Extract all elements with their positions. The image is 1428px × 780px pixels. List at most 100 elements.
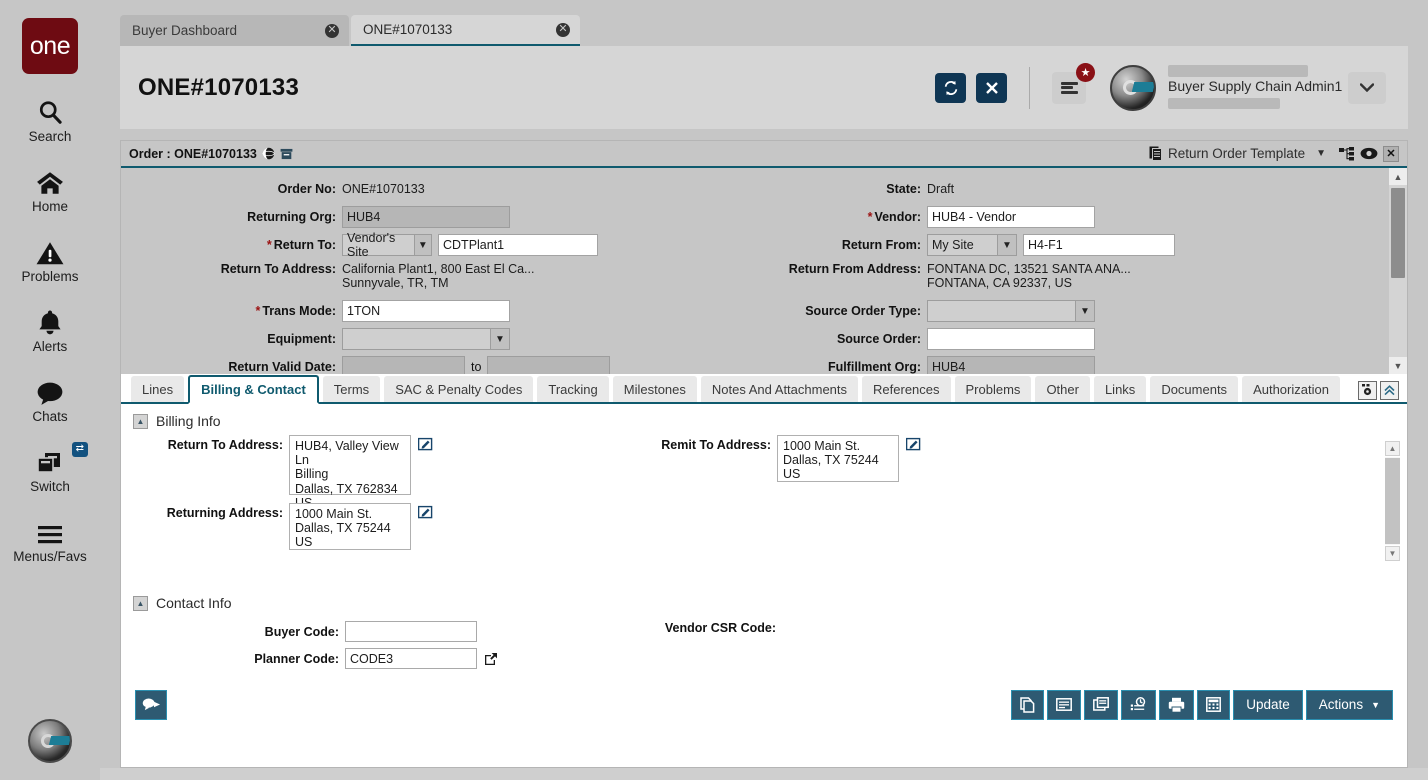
return-from-site-input[interactable]: H4-F1: [1023, 234, 1175, 256]
tab-documents[interactable]: Documents: [1150, 376, 1238, 402]
scroll-down-icon[interactable]: ▼: [1385, 546, 1400, 561]
avatar[interactable]: [1110, 65, 1156, 111]
user-text: Buyer Supply Chain Admin1: [1168, 65, 1326, 111]
sidebar-item-search[interactable]: Search: [0, 96, 100, 144]
collapse-toggle-icon[interactable]: ▲: [133, 414, 148, 429]
sidebar-item-home[interactable]: Home: [0, 166, 100, 214]
billing-info-title: Billing Info: [156, 413, 221, 429]
one-logo[interactable]: one: [22, 18, 78, 74]
print-button[interactable]: [1159, 690, 1194, 720]
copy-button[interactable]: [1011, 690, 1044, 720]
fulfillment-org-input[interactable]: HUB4: [927, 356, 1095, 374]
user-block[interactable]: Buyer Supply Chain Admin1: [1110, 65, 1386, 111]
return-valid-date-to-input[interactable]: [487, 356, 610, 374]
actions-button[interactable]: Actions ▼: [1306, 690, 1393, 720]
billing-vertical-scrollbar[interactable]: ▲ ▼: [1385, 441, 1403, 561]
chat-button[interactable]: [135, 690, 167, 720]
return-from-select[interactable]: My Site ▼: [927, 234, 1017, 256]
tab-terms[interactable]: Terms: [323, 376, 380, 402]
chevron-down-icon[interactable]: ▼: [1075, 301, 1094, 321]
tab-references[interactable]: References: [862, 376, 950, 402]
detach-window-button[interactable]: [1084, 690, 1118, 720]
equipment-select[interactable]: ▼: [342, 328, 510, 350]
star-badge[interactable]: ★: [1076, 63, 1095, 82]
eye-icon[interactable]: [1360, 147, 1378, 160]
return-order-template-dropdown[interactable]: Return Order Template ▼: [1149, 146, 1326, 161]
form-vertical-scrollbar[interactable]: ▲ ▼: [1389, 168, 1407, 374]
buyer-code-input[interactable]: [345, 621, 477, 642]
sidebar-item-alerts[interactable]: Alerts: [0, 306, 100, 354]
source-order-type-select[interactable]: ▼: [927, 300, 1095, 322]
collapse-toggle-icon[interactable]: ▲: [133, 596, 148, 611]
tab-lines[interactable]: Lines: [131, 376, 184, 402]
tab-sac-and-penalty-codes[interactable]: SAC & Penalty Codes: [384, 376, 533, 402]
tab-links[interactable]: Links: [1094, 376, 1146, 402]
return-to-site-input[interactable]: CDTPlant1: [438, 234, 598, 256]
chevron-down-icon[interactable]: ▼: [414, 235, 431, 255]
user-menu-chevron-down-icon[interactable]: [1348, 72, 1386, 104]
close-icon[interactable]: ✕: [325, 24, 339, 38]
scrollbar-thumb[interactable]: [1385, 458, 1400, 544]
tab-other[interactable]: Other: [1035, 376, 1090, 402]
chevron-down-icon[interactable]: ▼: [997, 235, 1016, 255]
scroll-down-icon[interactable]: ▼: [1389, 357, 1407, 374]
sidebar-item-switch[interactable]: ⇄ Switch: [0, 446, 100, 494]
field-label: Order No: [278, 182, 332, 196]
vendor-input[interactable]: HUB4 - Vendor: [927, 206, 1095, 228]
collapse-chevrons-up-icon[interactable]: [1380, 381, 1399, 400]
required-marker: *: [255, 304, 260, 318]
sidebar-item-label: Home: [32, 199, 68, 214]
scrollbar-thumb[interactable]: [1391, 188, 1405, 278]
remit-to-address-textarea[interactable]: 1000 Main St. Dallas, TX 75244 US: [777, 435, 899, 482]
returning-org-input[interactable]: HUB4: [342, 206, 510, 228]
edit-pencil-icon[interactable]: [418, 437, 433, 451]
return-valid-date-from-input[interactable]: [342, 356, 465, 374]
trans-mode-input[interactable]: 1TON: [342, 300, 510, 322]
tab-milestones[interactable]: Milestones: [613, 376, 697, 402]
hamburger-icon: [36, 516, 64, 546]
return-to-address-textarea[interactable]: HUB4, Valley View Ln Billing Dallas, TX …: [289, 435, 411, 495]
returning-address-textarea[interactable]: 1000 Main St. Dallas, TX 75244 US: [289, 503, 411, 550]
open-external-icon[interactable]: [484, 652, 498, 666]
scroll-up-icon[interactable]: ▲: [1389, 168, 1407, 185]
tab-billing-and-contact[interactable]: Billing & Contact: [188, 375, 319, 404]
return-to-select[interactable]: Vendor's Site ▼: [342, 234, 432, 256]
hierarchy-icon[interactable]: [1339, 147, 1355, 161]
tab-notes-and-attachments[interactable]: Notes And Attachments: [701, 376, 858, 402]
sidebar-item-menus-favs[interactable]: Menus/Favs: [0, 516, 100, 564]
browser-tab-order[interactable]: ONE#1070133 ✕: [351, 15, 580, 46]
sidebar-item-problems[interactable]: Problems: [0, 236, 100, 284]
archive-box-icon[interactable]: [280, 148, 293, 160]
contact-info-title: Contact Info: [156, 595, 232, 611]
edit-pencil-icon[interactable]: [906, 437, 921, 451]
tab-problems[interactable]: Problems: [955, 376, 1032, 402]
field-label: State: [886, 182, 917, 196]
globe-icon[interactable]: [262, 147, 275, 160]
browser-tab-buyer-dashboard[interactable]: Buyer Dashboard ✕: [120, 15, 349, 46]
edit-pencil-icon[interactable]: [418, 505, 433, 519]
sidebar-item-chats[interactable]: Chats: [0, 376, 100, 424]
history-button[interactable]: [1121, 690, 1156, 720]
switch-badge[interactable]: ⇄: [72, 442, 88, 457]
calculator-button[interactable]: [1197, 690, 1230, 720]
update-button[interactable]: Update: [1233, 690, 1303, 720]
tab-tracking[interactable]: Tracking: [537, 376, 608, 402]
close-card-button[interactable]: ✕: [1383, 146, 1399, 162]
printer-icon: [1168, 697, 1185, 713]
tab-authorization[interactable]: Authorization: [1242, 376, 1340, 402]
menu-button[interactable]: ★: [1052, 72, 1086, 104]
note-button[interactable]: [1047, 690, 1081, 720]
rail-avatar[interactable]: [28, 719, 72, 763]
tab-label: Links: [1105, 382, 1135, 397]
close-icon[interactable]: ✕: [556, 23, 570, 37]
close-page-button[interactable]: [976, 73, 1007, 103]
tab-label: Documents: [1161, 382, 1227, 397]
refresh-button[interactable]: [935, 73, 966, 103]
left-nav-rail: one Search Home Problems Alerts Chats: [0, 0, 100, 780]
scroll-up-icon[interactable]: ▲: [1385, 441, 1400, 456]
chevron-down-icon[interactable]: ▼: [490, 329, 509, 349]
settings-gear-icon[interactable]: [1358, 381, 1377, 400]
source-order-input[interactable]: [927, 328, 1095, 350]
tab-label: Authorization: [1253, 382, 1329, 397]
planner-code-input[interactable]: CODE3: [345, 648, 477, 669]
